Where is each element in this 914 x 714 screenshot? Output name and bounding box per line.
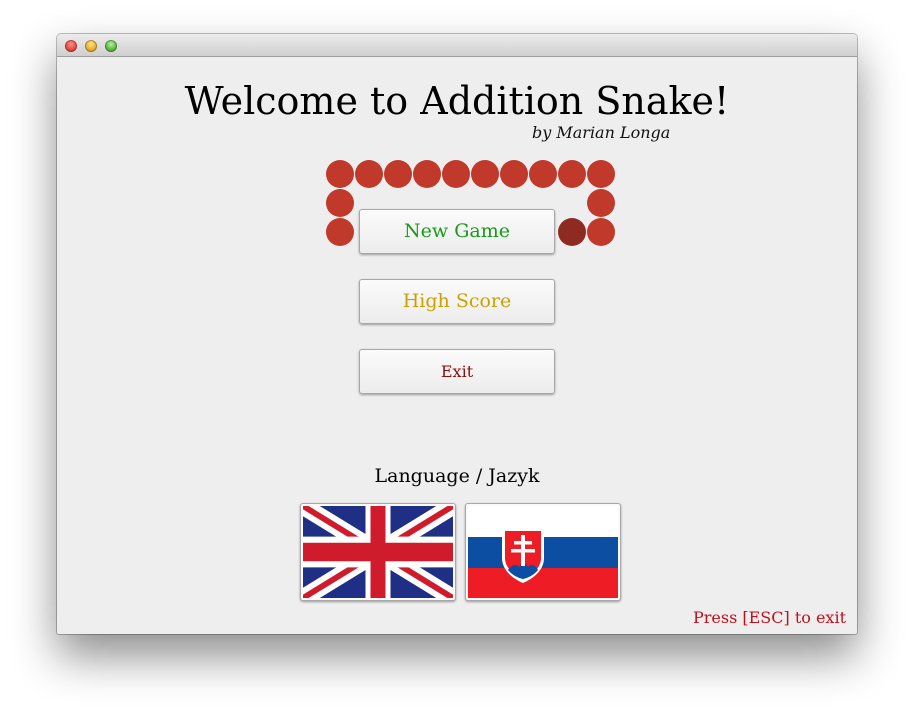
author-credit: by Marian Longa — [532, 123, 671, 142]
english-flag-icon — [303, 506, 453, 598]
new-game-button[interactable]: New Game — [359, 209, 555, 254]
high-score-button[interactable]: High Score — [359, 279, 555, 324]
snake-segment — [442, 160, 470, 188]
snake-segment — [500, 160, 528, 188]
exit-button[interactable]: Exit — [359, 349, 555, 394]
snake-segment — [384, 160, 412, 188]
close-icon[interactable] — [65, 40, 77, 52]
snake-segment — [587, 218, 615, 246]
title-bar[interactable] — [57, 34, 857, 57]
english-language-button[interactable] — [300, 503, 456, 601]
snake-segment — [587, 160, 615, 188]
game-window: Welcome to Addition Snake! by Marian Lon… — [57, 34, 857, 634]
slovak-language-button[interactable] — [465, 503, 621, 601]
snake-segment — [587, 189, 615, 217]
snake-segment — [558, 160, 586, 188]
snake-decoration — [57, 34, 857, 634]
maximize-icon[interactable] — [105, 40, 117, 52]
snake-segment — [529, 160, 557, 188]
snake-segment — [326, 189, 354, 217]
esc-hint: Press [ESC] to exit — [692, 608, 846, 627]
snake-segment — [326, 218, 354, 246]
snake-segment — [355, 160, 383, 188]
slovak-flag-icon — [468, 506, 618, 598]
snake-segment — [413, 160, 441, 188]
minimize-icon[interactable] — [85, 40, 97, 52]
page-title: Welcome to Addition Snake! — [184, 79, 730, 123]
snake-head — [558, 218, 586, 246]
snake-segment — [326, 160, 354, 188]
language-label: Language / Jazyk — [374, 465, 540, 487]
snake-segment — [471, 160, 499, 188]
